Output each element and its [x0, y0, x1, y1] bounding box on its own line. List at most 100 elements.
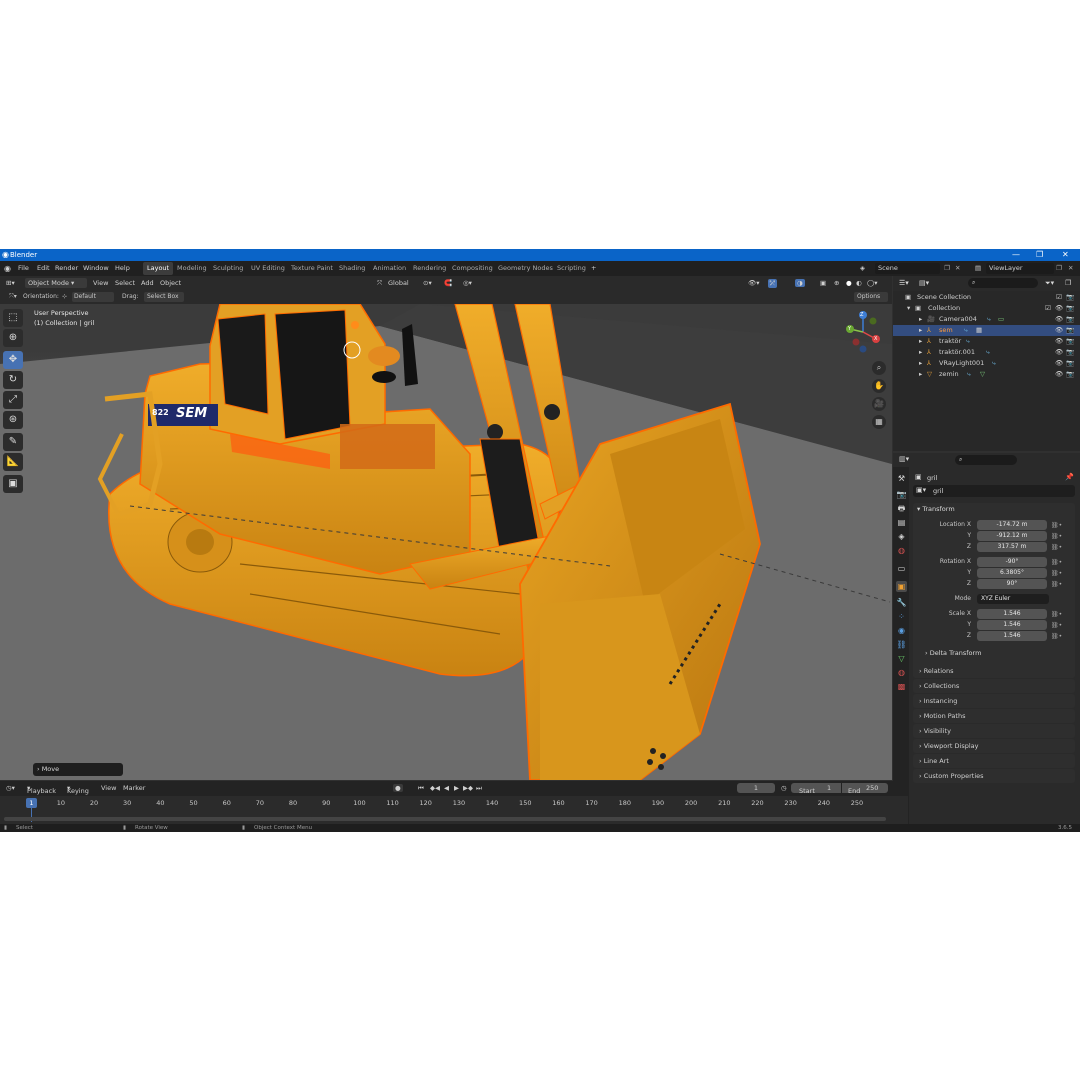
eye-icon[interactable]: 👁: [1055, 369, 1063, 380]
delta-transform-subpanel[interactable]: › Delta Transform: [925, 649, 981, 657]
pan-hand-icon[interactable]: ✋: [872, 379, 886, 393]
view-layer-selector[interactable]: ViewLayer: [986, 263, 1054, 274]
chevron-right-icon[interactable]: ▸: [919, 336, 922, 347]
scale-x-field[interactable]: 1.546: [977, 609, 1047, 619]
panel-custom-properties[interactable]: › Custom Properties: [913, 769, 1075, 783]
jump-start-icon[interactable]: ⏮: [418, 784, 424, 793]
lock-icons-scale[interactable]: ⛓• ⛓• ⛓•: [1051, 609, 1062, 642]
rotate-tool-icon[interactable]: ↻: [3, 371, 23, 389]
workspace-tab-sculpting[interactable]: Sculpting: [213, 261, 243, 276]
close-button[interactable]: ✕: [1062, 249, 1069, 261]
panel-line-art[interactable]: › Line Art: [913, 754, 1075, 768]
overlay-toggle-icon[interactable]: ◑: [795, 279, 805, 287]
camera-icon[interactable]: 📷: [1066, 369, 1074, 380]
playhead[interactable]: 1: [26, 798, 37, 808]
3d-viewport[interactable]: 822 SEM User Perspective (1) Collection …: [0, 304, 892, 780]
collection-tab-icon[interactable]: ▭: [896, 563, 907, 574]
outliner-row-zemin[interactable]: ▸ ▽ zemin ⤷ ▽ 👁 📷: [893, 369, 1080, 380]
workspace-tab-texture-paint[interactable]: Texture Paint: [291, 261, 333, 276]
play-reverse-icon[interactable]: ◀: [444, 784, 449, 792]
panel-instancing[interactable]: › Instancing: [913, 694, 1075, 708]
scale-tool-icon[interactable]: ⤢: [3, 391, 23, 409]
editor-type-icon[interactable]: ⊞▾: [6, 279, 15, 287]
chevron-right-icon[interactable]: ▸: [919, 369, 922, 380]
output-tab-icon[interactable]: 🖶: [896, 503, 907, 514]
preview-range-icon[interactable]: ◷: [781, 784, 787, 792]
physics-tab-icon[interactable]: ◉: [896, 625, 907, 636]
timeline-scrollbar[interactable]: [4, 817, 886, 821]
rotation-y-field[interactable]: 6.3805°: [977, 568, 1047, 578]
lock-icons-location[interactable]: ⛓• ⛓• ⛓•: [1051, 520, 1062, 553]
pin-icon[interactable]: 📌: [1065, 473, 1074, 481]
exclude-checkbox-icon[interactable]: ☑: [1045, 303, 1051, 314]
camera-restrict-icon[interactable]: ☑: [1056, 292, 1062, 303]
outliner-row-scene-collection[interactable]: ▣ Scene Collection ☑ 📷: [893, 292, 1080, 303]
location-z-field[interactable]: 317.57 m: [977, 542, 1047, 552]
workspace-tab-rendering[interactable]: Rendering: [413, 261, 446, 276]
outliner-row-sem[interactable]: ▸ ⅄ sem ⤷ ▦ 👁 📷: [893, 325, 1080, 336]
workspace-tab-geometry-nodes[interactable]: Geometry Nodes: [498, 261, 553, 276]
add-cube-tool-icon[interactable]: ▣: [3, 475, 23, 493]
eye-icon[interactable]: 👁: [1055, 347, 1063, 358]
scale-z-field[interactable]: 1.546: [977, 631, 1047, 641]
workspace-tab-uv-editing[interactable]: UV Editing: [251, 261, 285, 276]
menu-edit[interactable]: Edit: [37, 261, 50, 276]
pivot-point-icon[interactable]: ⊙▾: [423, 279, 432, 287]
scene-tab-icon[interactable]: ◈: [896, 531, 907, 542]
maximize-button[interactable]: ❐: [1036, 249, 1043, 261]
end-frame-field[interactable]: End 250: [842, 783, 888, 795]
menu-render[interactable]: Render: [55, 261, 78, 276]
render-tab-icon[interactable]: 📷: [896, 489, 907, 500]
menu-select[interactable]: Select: [115, 279, 135, 287]
data-tab-icon[interactable]: ▽: [896, 653, 907, 664]
menu-marker[interactable]: Marker: [123, 784, 145, 792]
eye-icon[interactable]: 👁: [1055, 358, 1063, 369]
texture-tab-icon[interactable]: ▩: [896, 681, 907, 692]
material-shading-icon[interactable]: ◐: [856, 279, 862, 287]
modifier-tab-icon[interactable]: 🔧: [896, 597, 907, 608]
wireframe-shading-icon[interactable]: ⊕: [834, 279, 839, 287]
solid-shading-icon[interactable]: ●: [846, 279, 852, 287]
rendered-shading-icon[interactable]: ◯▾: [867, 279, 878, 287]
menu-add[interactable]: Add: [141, 279, 154, 287]
camera-view-icon[interactable]: 🎥: [872, 397, 886, 411]
camera-icon[interactable]: 📷: [1066, 314, 1074, 325]
gizmo-toggle-icon[interactable]: ⤱: [768, 279, 778, 288]
workspace-tab-compositing[interactable]: Compositing: [452, 261, 493, 276]
panel-collections[interactable]: › Collections: [913, 679, 1075, 693]
workspace-tab-layout[interactable]: Layout: [143, 262, 174, 275]
delete-scene-icon[interactable]: ✕: [955, 261, 960, 276]
orientation-selector[interactable]: Default: [72, 292, 114, 302]
menu-help[interactable]: Help: [115, 261, 130, 276]
timeline-editor-icon[interactable]: ◷▾: [6, 784, 15, 792]
perspective-toggle-icon[interactable]: ▦: [872, 415, 886, 429]
zoom-icon[interactable]: ⌕: [872, 361, 886, 375]
outliner-row-collection[interactable]: ▾ ▣ Collection ☑ 👁 📷: [893, 303, 1080, 314]
workspace-tab-shading[interactable]: Shading: [339, 261, 365, 276]
camera-icon[interactable]: 📷: [1066, 336, 1074, 347]
outliner-row-camera004[interactable]: ▸ 🎥 Camera004 ⤷ ▭ 👁 📷: [893, 314, 1080, 325]
outliner-row-traktor-001[interactable]: ▸ ⅄ traktör.001 ⤷ 👁 📷: [893, 347, 1080, 358]
outliner-row-vraylight001[interactable]: ▸ ⅄ VRayLight001 ⤷ 👁 📷: [893, 358, 1080, 369]
eye-icon[interactable]: 👁: [1055, 336, 1063, 347]
constraints-tab-icon[interactable]: ⛓: [896, 639, 907, 650]
object-datablock-field[interactable]: ▣▾ gril: [913, 485, 1075, 497]
menu-view[interactable]: View: [93, 279, 108, 287]
chevron-right-icon[interactable]: ▸: [919, 358, 922, 369]
new-view-layer-icon[interactable]: ❐: [1056, 261, 1062, 276]
new-scene-icon[interactable]: ❐: [944, 261, 950, 276]
transform-orientation-selector[interactable]: Global: [388, 279, 409, 287]
prev-keyframe-icon[interactable]: ◆◀: [430, 784, 440, 792]
current-frame-field[interactable]: 1: [737, 783, 775, 793]
move-tool-icon[interactable]: ✥: [3, 351, 23, 369]
location-y-field[interactable]: -912.12 m: [977, 531, 1047, 541]
add-workspace-button[interactable]: +: [591, 261, 596, 276]
rotation-mode-selector[interactable]: XYZ Euler: [977, 594, 1049, 604]
snap-icon[interactable]: 🧲: [444, 279, 452, 287]
camera-icon[interactable]: 📷: [1066, 303, 1074, 314]
render-restrict-icon[interactable]: 📷: [1066, 292, 1074, 303]
new-collection-icon[interactable]: ❐: [1065, 279, 1071, 287]
drag-selector[interactable]: Select Box: [144, 292, 184, 302]
outliner-editor-icon[interactable]: ☰▾: [899, 279, 909, 287]
material-tab-icon[interactable]: ◍: [896, 667, 907, 678]
